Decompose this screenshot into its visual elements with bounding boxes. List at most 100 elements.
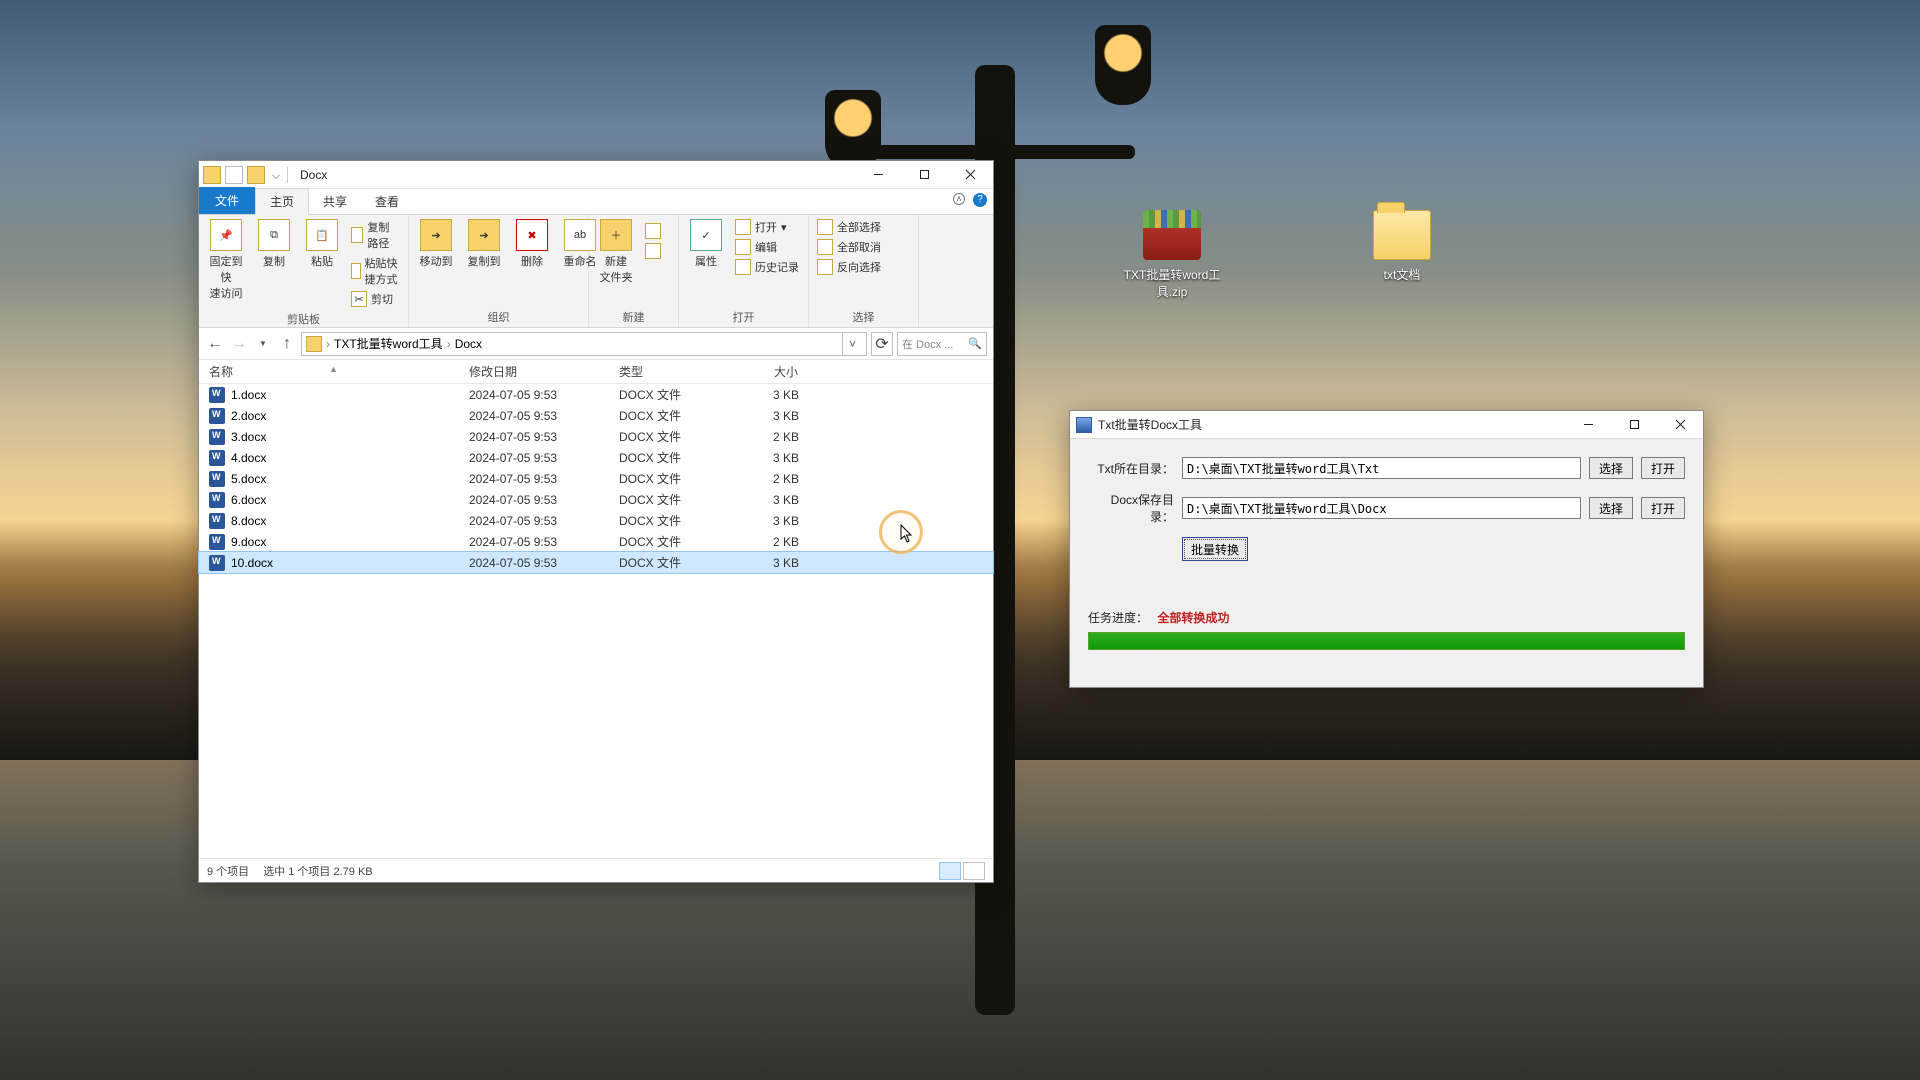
- progress-status: 全部转换成功: [1157, 611, 1229, 625]
- convert-button[interactable]: 批量转换: [1182, 537, 1248, 561]
- choose-docx-button[interactable]: 选择: [1589, 497, 1633, 519]
- properties-button[interactable]: ✓属性: [687, 219, 725, 269]
- file-row[interactable]: 3.docx2024-07-05 9:53DOCX 文件2 KB: [199, 426, 993, 447]
- up-button[interactable]: ↑: [277, 334, 297, 354]
- column-type[interactable]: 类型: [619, 363, 739, 380]
- file-list: 1.docx2024-07-05 9:53DOCX 文件3 KB2.docx20…: [199, 384, 993, 573]
- help-icon[interactable]: ?: [973, 193, 987, 207]
- details-view-button[interactable]: [939, 862, 961, 880]
- forward-button[interactable]: →: [229, 334, 249, 354]
- file-type: DOCX 文件: [619, 428, 739, 445]
- file-date: 2024-07-05 9:53: [469, 493, 619, 507]
- maximize-button[interactable]: [901, 161, 947, 189]
- column-date[interactable]: 修改日期: [469, 363, 619, 380]
- copy-button[interactable]: ⧉复制: [255, 219, 293, 269]
- txt-dir-input[interactable]: [1182, 457, 1581, 479]
- file-size: 3 KB: [739, 388, 819, 402]
- close-button[interactable]: [947, 161, 993, 189]
- search-input[interactable]: 在 Docx ...🔍: [897, 332, 987, 356]
- docx-dir-input[interactable]: [1182, 497, 1581, 519]
- file-row[interactable]: 9.docx2024-07-05 9:53DOCX 文件2 KB: [199, 531, 993, 552]
- file-row[interactable]: 8.docx2024-07-05 9:53DOCX 文件3 KB: [199, 510, 993, 531]
- open-txt-button[interactable]: 打开: [1641, 457, 1685, 479]
- paste-button[interactable]: 📋粘贴: [303, 219, 341, 269]
- desktop-icon-folder[interactable]: txt文档: [1352, 210, 1452, 283]
- tab-home[interactable]: 主页: [255, 188, 309, 215]
- chevron-down-icon[interactable]: [272, 171, 280, 179]
- file-name: 4.docx: [231, 451, 469, 465]
- copy-path[interactable]: 复制路径: [351, 219, 400, 251]
- link-icon: [645, 243, 661, 259]
- refresh-button[interactable]: ⟳: [871, 332, 893, 356]
- file-row[interactable]: 6.docx2024-07-05 9:53DOCX 文件3 KB: [199, 489, 993, 510]
- delete-button[interactable]: ✖删除: [513, 219, 551, 269]
- pin-to-quick-access[interactable]: 📌固定到快 速访问: [207, 219, 245, 301]
- cut-button[interactable]: ✂剪切: [351, 291, 400, 307]
- txt-dir-label: Txt所在目录：: [1088, 460, 1174, 477]
- converter-titlebar[interactable]: Txt批量转Docx工具: [1070, 411, 1703, 439]
- back-button[interactable]: ←: [205, 334, 225, 354]
- file-row[interactable]: 5.docx2024-07-05 9:53DOCX 文件2 KB: [199, 468, 993, 489]
- group-label: 剪贴板: [207, 311, 400, 327]
- file-size: 3 KB: [739, 493, 819, 507]
- open-button[interactable]: 打开 ▾: [735, 219, 799, 235]
- minimize-button[interactable]: [1565, 411, 1611, 439]
- file-name: 2.docx: [231, 409, 469, 423]
- edit-button[interactable]: 编辑: [735, 239, 799, 255]
- paste-icon: 📋: [306, 219, 338, 251]
- close-button[interactable]: [1657, 411, 1703, 439]
- move-to[interactable]: ➔移动到: [417, 219, 455, 269]
- collapse-ribbon-icon[interactable]: ˄: [953, 193, 965, 205]
- file-name: 9.docx: [231, 535, 469, 549]
- file-name: 5.docx: [231, 472, 469, 486]
- invert-selection[interactable]: 反向选择: [817, 259, 881, 275]
- breadcrumb[interactable]: › TXT批量转word工具 › Docx ˅: [301, 332, 867, 356]
- file-row[interactable]: 2.docx2024-07-05 9:53DOCX 文件3 KB: [199, 405, 993, 426]
- sparkle-icon: [645, 223, 661, 239]
- docx-icon: [209, 513, 225, 529]
- docx-icon: [209, 534, 225, 550]
- app-icon: [1076, 417, 1092, 433]
- file-type: DOCX 文件: [619, 491, 739, 508]
- chevron-down-icon[interactable]: ˅: [842, 333, 862, 355]
- cursor-icon: [900, 524, 914, 544]
- tab-share[interactable]: 共享: [309, 189, 361, 214]
- new-item[interactable]: [645, 223, 661, 239]
- paste-shortcut[interactable]: 粘贴快捷方式: [351, 255, 400, 287]
- breadcrumb-item[interactable]: Docx: [455, 337, 482, 351]
- file-type: DOCX 文件: [619, 533, 739, 550]
- desktop-icon-label: TXT批量转word工具.zip: [1122, 266, 1222, 300]
- breadcrumb-item[interactable]: TXT批量转word工具: [334, 335, 443, 352]
- explorer-titlebar[interactable]: Docx: [199, 161, 993, 189]
- new-folder[interactable]: ＋新建 文件夹: [597, 219, 635, 285]
- desktop-icon-zip[interactable]: TXT批量转word工具.zip: [1122, 210, 1222, 300]
- select-all[interactable]: 全部选择: [817, 219, 881, 235]
- maximize-button[interactable]: [1611, 411, 1657, 439]
- column-name[interactable]: 名称▲: [209, 363, 469, 380]
- file-size: 3 KB: [739, 556, 819, 570]
- file-name: 10.docx: [231, 556, 469, 570]
- docx-icon: [209, 408, 225, 424]
- file-row[interactable]: 1.docx2024-07-05 9:53DOCX 文件3 KB: [199, 384, 993, 405]
- group-label: 打开: [687, 309, 800, 325]
- column-size[interactable]: 大小: [739, 363, 819, 380]
- choose-txt-button[interactable]: 选择: [1589, 457, 1633, 479]
- file-name: 1.docx: [231, 388, 469, 402]
- easy-access[interactable]: [645, 243, 661, 259]
- minimize-button[interactable]: [855, 161, 901, 189]
- recent-locations[interactable]: ▼: [253, 334, 273, 354]
- history-button[interactable]: 历史记录: [735, 259, 799, 275]
- file-size: 3 KB: [739, 451, 819, 465]
- copy-to[interactable]: ➔复制到: [465, 219, 503, 269]
- file-type: DOCX 文件: [619, 470, 739, 487]
- thumbnails-view-button[interactable]: [963, 862, 985, 880]
- file-row[interactable]: 10.docx2024-07-05 9:53DOCX 文件3 KB: [199, 552, 993, 573]
- tab-view[interactable]: 查看: [361, 189, 413, 214]
- file-name: 6.docx: [231, 493, 469, 507]
- tab-file[interactable]: 文件: [199, 187, 255, 214]
- file-size: 3 KB: [739, 409, 819, 423]
- select-none-icon: [817, 239, 833, 255]
- select-none[interactable]: 全部取消: [817, 239, 881, 255]
- open-docx-button[interactable]: 打开: [1641, 497, 1685, 519]
- file-row[interactable]: 4.docx2024-07-05 9:53DOCX 文件3 KB: [199, 447, 993, 468]
